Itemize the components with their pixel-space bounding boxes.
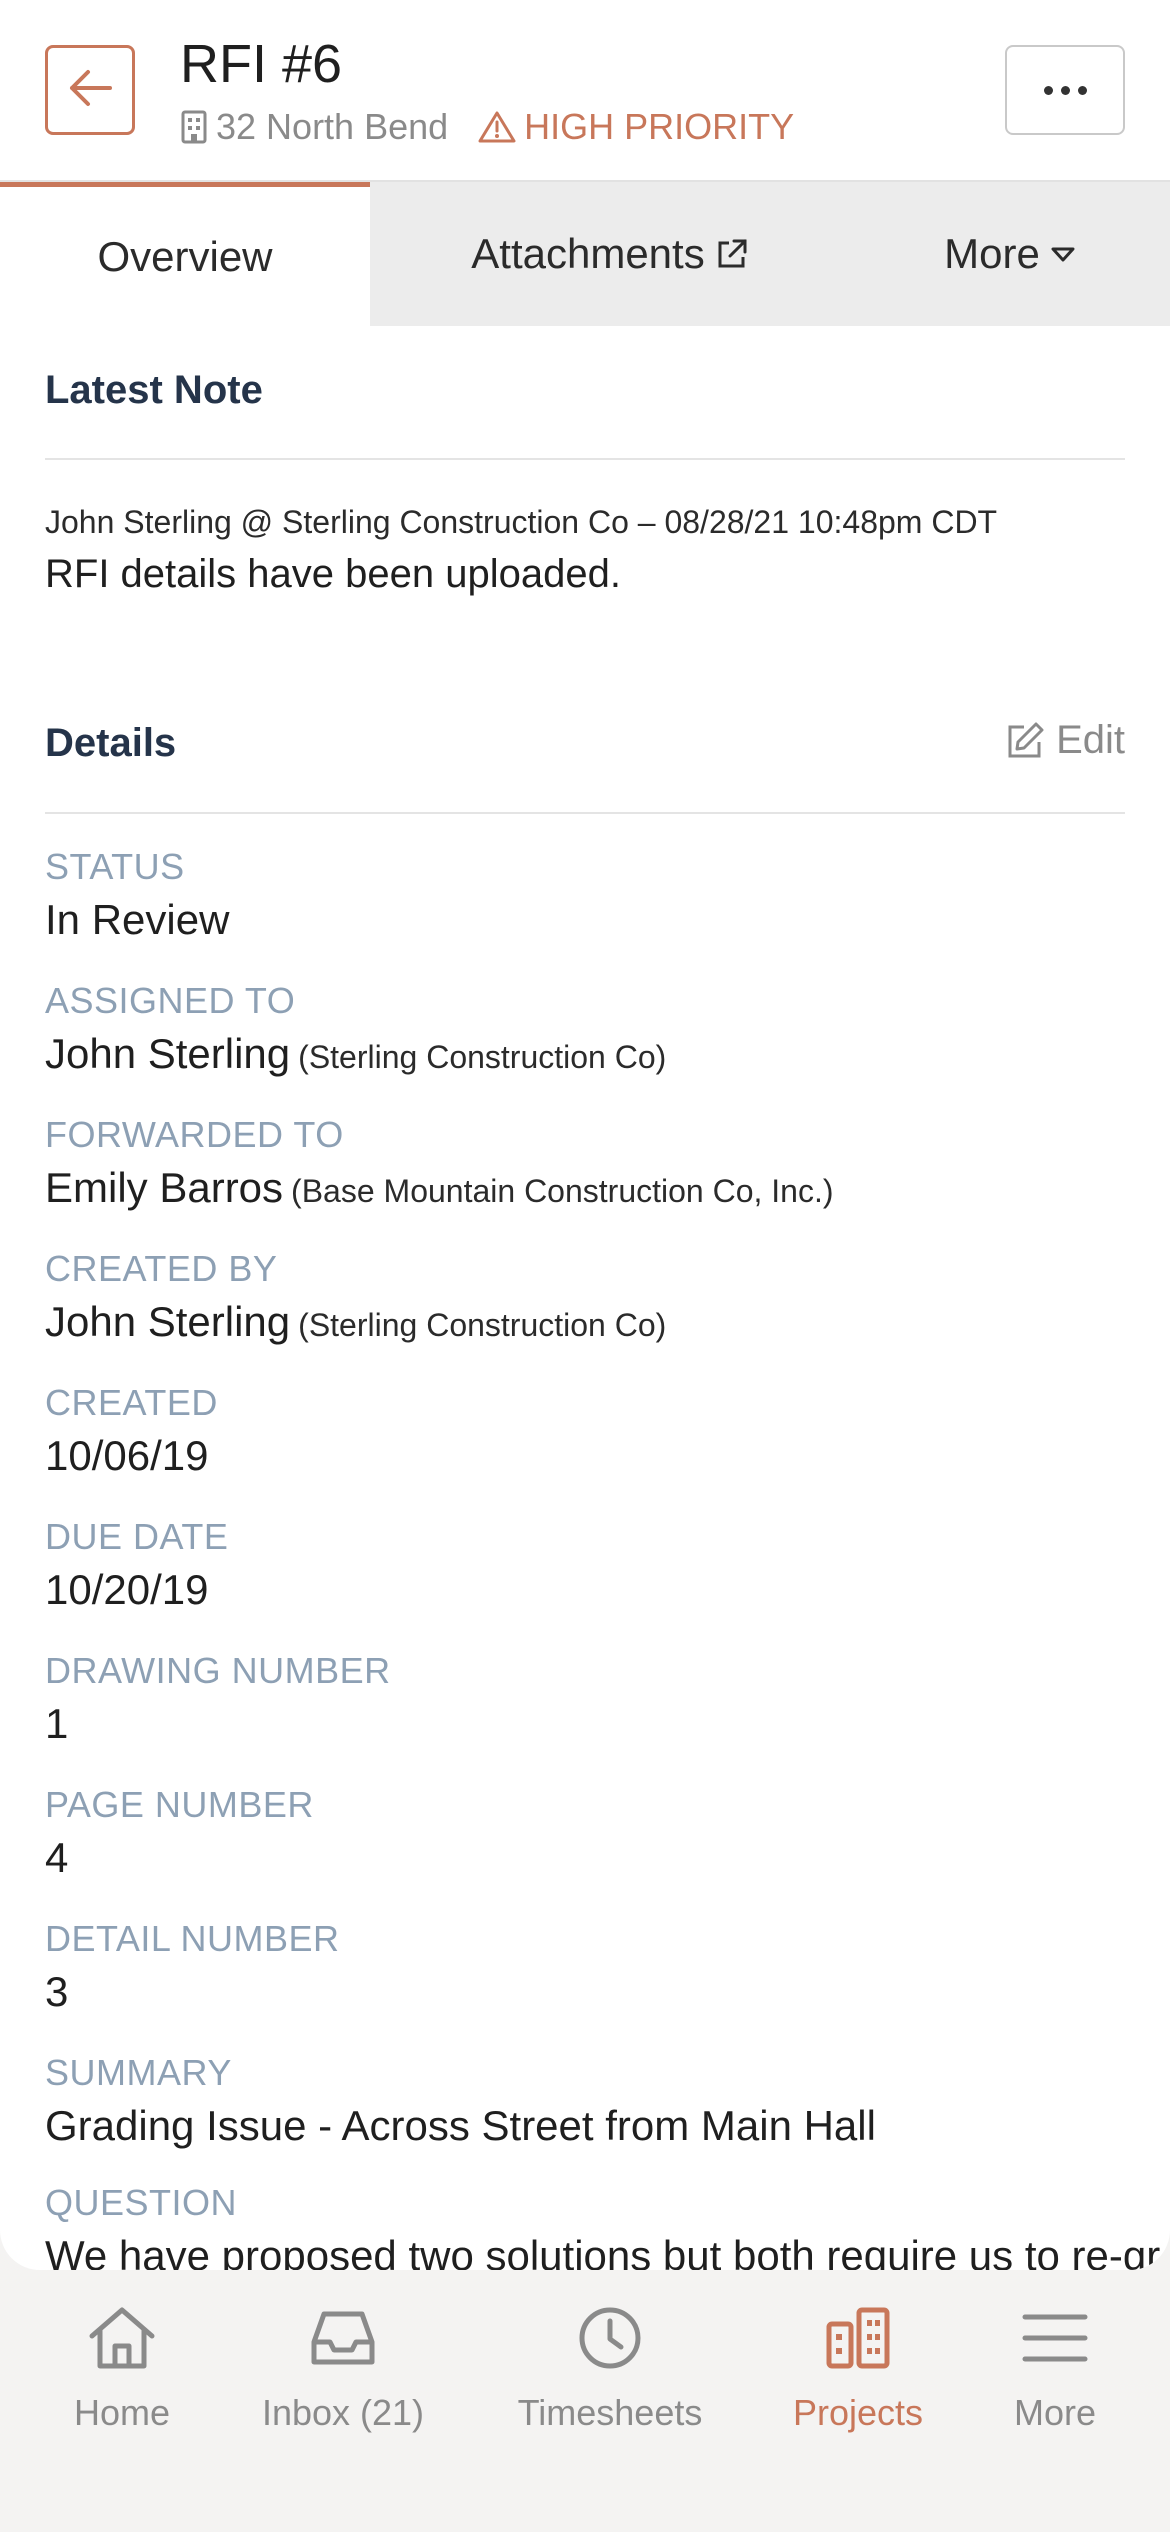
field-label-question: QUESTION [45,2182,238,2223]
tab-attachments[interactable]: Attachments [370,182,850,326]
inbox-icon [310,2298,376,2378]
priority-label: HIGH PRIORITY [524,106,795,147]
tab-attachments-label: Attachments [471,230,705,277]
header-subline: 32 North Bend HIGH PRIORITY [180,104,794,150]
buildings-icon [825,2298,891,2378]
divider [45,812,1125,814]
field-label-detail-number: DETAIL NUMBER [45,1918,340,1959]
nav-inbox-label: Inbox (21) [261,2392,425,2433]
nav-home-label: Home [73,2392,171,2433]
nav-projects[interactable]: Projects [782,2298,934,2434]
field-label-assigned-to: ASSIGNED TO [45,980,296,1021]
page-title: RFI #6 [180,34,343,94]
field-label-due-date: DUE DATE [45,1516,229,1557]
field-value-summary: Grading Issue - Across Street from Main … [45,2102,876,2150]
summary-text: Grading Issue - Across Street from Main … [45,2102,876,2149]
created-date: 10/06/19 [45,1432,209,1479]
header: RFI #6 32 North Bend HIGH PRIORITY [0,0,1170,182]
status-value: In Review [45,896,230,943]
page-number: 4 [45,1834,69,1881]
field-value-drawing-number: 1 [45,1700,68,1748]
warning-icon [478,110,516,144]
field-label-summary: SUMMARY [45,2052,232,2093]
field-label-page-number: PAGE NUMBER [45,1784,314,1825]
field-value-created-by: John Sterling (Sterling Construction Co) [45,1298,666,1346]
divider [45,458,1125,460]
tab-more[interactable]: More [850,182,1170,326]
field-value-question: We have proposed two solutions but both … [45,2232,1160,2270]
field-label-created: CREATED [45,1382,218,1423]
tab-overview-label: Overview [97,232,273,280]
nav-projects-label: Projects [792,2392,924,2433]
question-text: We have proposed two solutions but both … [45,2232,1161,2270]
details-heading: Details [45,721,177,765]
edit-icon [1004,720,1046,762]
assignee-name: John Sterling [45,1030,291,1077]
arrow-left-icon [66,68,114,113]
project-name: 32 North Bend [216,106,449,147]
caret-down-icon [1050,245,1076,263]
tab-more-label: More [944,230,1040,277]
creator-company: (Sterling Construction Co) [298,1307,667,1343]
more-options-button[interactable] [1005,45,1125,135]
nav-more[interactable]: More [990,2298,1120,2434]
edit-label: Edit [1056,718,1125,762]
field-value-detail-number: 3 [45,1968,68,2016]
nav-timesheets-label: Timesheets [517,2392,703,2433]
nav-timesheets[interactable]: Timesheets [510,2298,710,2434]
back-button[interactable] [45,45,135,135]
field-value-forwarded-to: Emily Barros (Base Mountain Construction … [45,1164,834,1212]
ellipsis-icon [1043,85,1087,95]
tab-bar: Overview Attachments More [0,182,1170,326]
assignee-company: (Sterling Construction Co) [298,1039,667,1075]
field-value-status: In Review [45,896,229,944]
tab-overview[interactable]: Overview [0,182,370,326]
nav-more-label: More [1013,2392,1097,2433]
note-text: RFI details have been uploaded. [45,552,621,596]
field-value-created: 10/06/19 [45,1432,209,1480]
field-label-drawing-number: DRAWING NUMBER [45,1650,391,1691]
hamburger-icon [1021,2298,1089,2378]
edit-button[interactable]: Edit [1004,718,1125,763]
field-label-forwarded-to: FORWARDED TO [45,1114,344,1155]
content-panel: Latest Note John Sterling @ Sterling Con… [0,326,1170,2270]
latest-note-heading: Latest Note [45,368,263,412]
forwarded-company: (Base Mountain Construction Co, Inc.) [291,1173,834,1209]
field-value-page-number: 4 [45,1834,68,1882]
creator-name: John Sterling [45,1298,291,1345]
field-label-created-by: CREATED BY [45,1248,278,1289]
clock-icon [577,2298,643,2378]
nav-inbox[interactable]: Inbox (21) [250,2298,436,2434]
external-link-icon [715,237,749,271]
due-date: 10/20/19 [45,1566,209,1613]
forwarded-name: Emily Barros [45,1164,284,1211]
building-icon [180,110,208,144]
priority-badge: HIGH PRIORITY [478,106,794,148]
field-label-status: STATUS [45,846,185,887]
field-value-assigned-to: John Sterling (Sterling Construction Co) [45,1030,666,1078]
field-value-due-date: 10/20/19 [45,1566,209,1614]
home-icon [86,2298,158,2378]
nav-home[interactable]: Home [46,2298,198,2434]
drawing-number: 1 [45,1700,69,1747]
detail-number: 3 [45,1968,69,2015]
note-meta: John Sterling @ Sterling Construction Co… [45,504,998,540]
rfi-detail-screen: RFI #6 32 North Bend HIGH PRIORITY Overv… [0,0,1170,2532]
